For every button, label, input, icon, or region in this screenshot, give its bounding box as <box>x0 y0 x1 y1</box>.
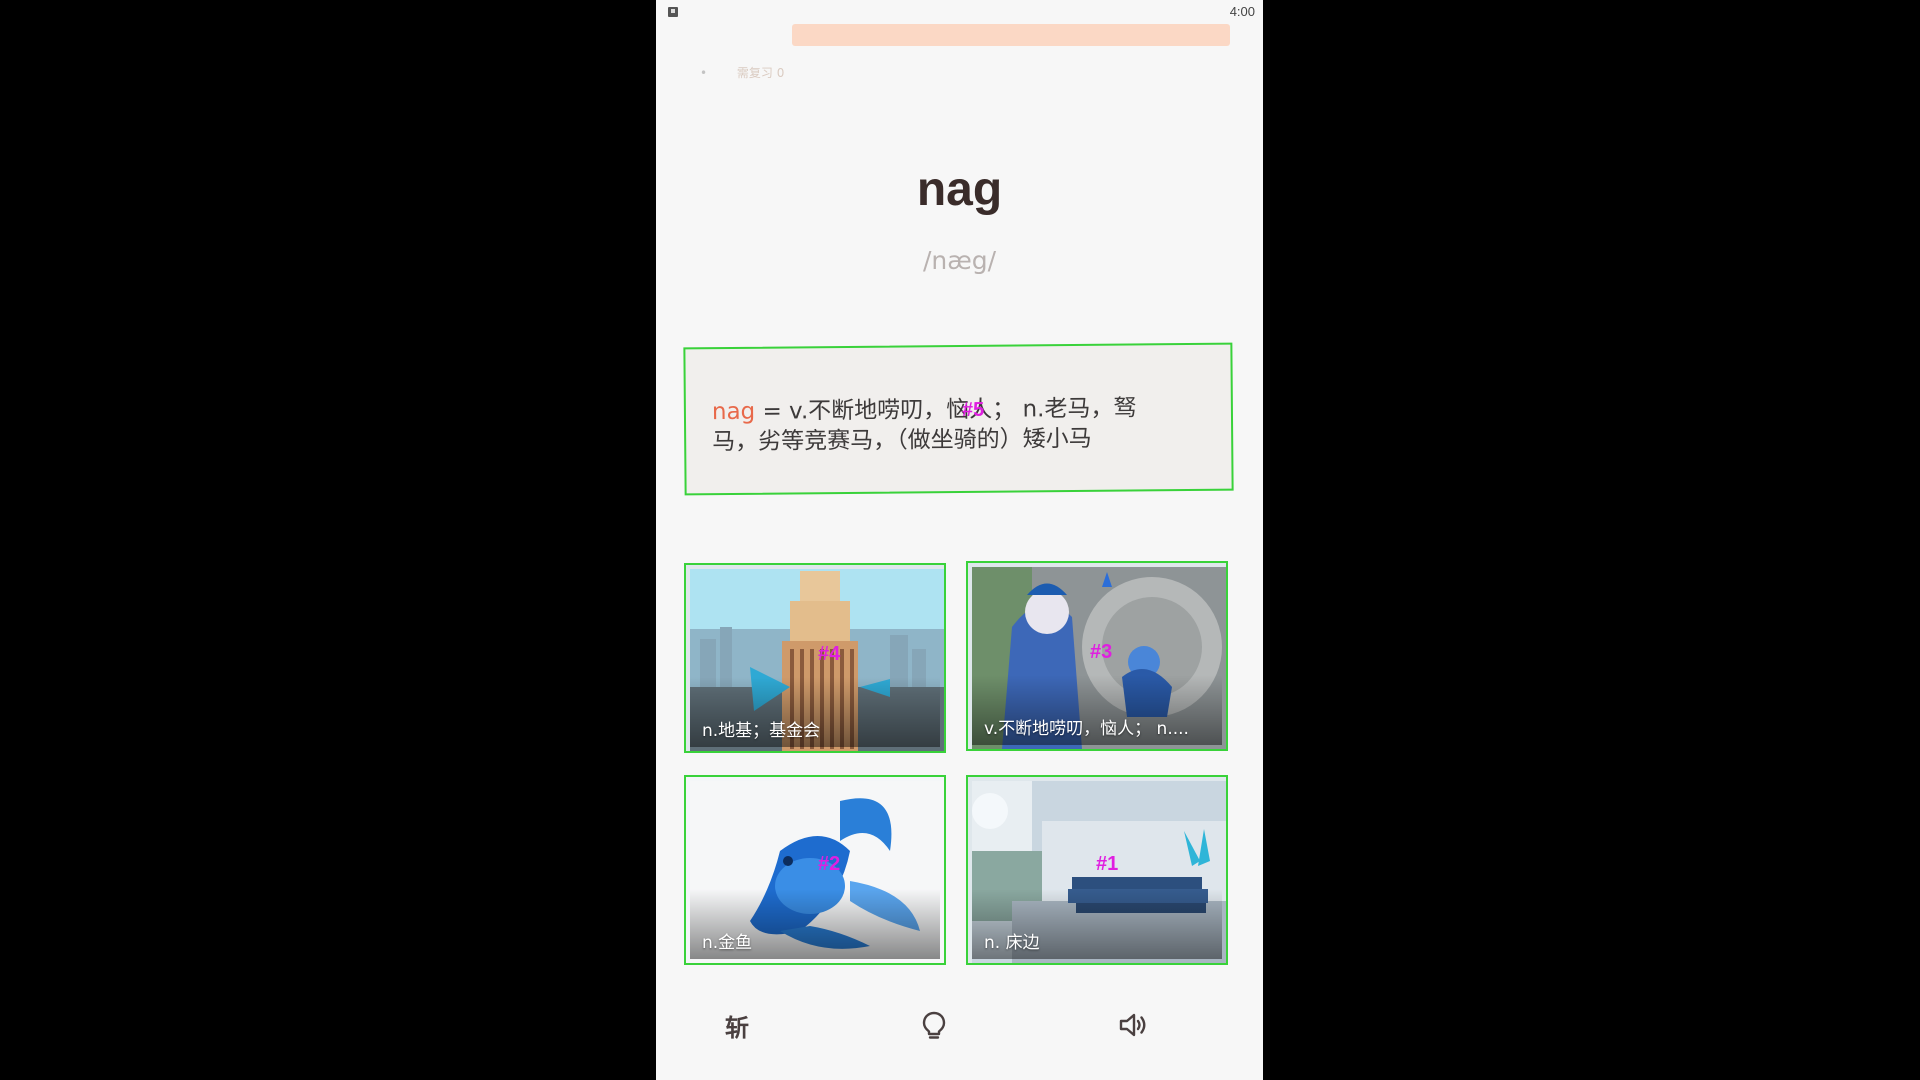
option-caption: v.不断地唠叨，恼人； n.... <box>984 719 1189 739</box>
status-bar: 4:00 <box>656 0 1263 24</box>
lightbulb-icon <box>922 1011 946 1039</box>
bottom-toolbar: 斩 <box>656 1000 1263 1050</box>
chop-button[interactable]: 斩 <box>712 1000 762 1050</box>
audio-button[interactable] <box>1109 1000 1159 1050</box>
definition-text: nag = v.不断地唠叨，恼人； n.老马，驽马，劣等竞赛马，（做坐骑的）矮小… <box>712 393 1183 457</box>
definition-marker: #5 <box>961 398 985 421</box>
progress-banner <box>792 24 1230 46</box>
option-marker: #2 <box>818 853 841 875</box>
definition-body: = v.不断地唠叨，恼人； n.老马，驽马，劣等竞赛马，（做坐骑的）矮小马 <box>712 395 1137 456</box>
definition-card[interactable]: nag = v.不断地唠叨，恼人； n.老马，驽马，劣等竞赛马，（做坐骑的）矮小… <box>683 342 1234 496</box>
status-time: 4:00 <box>1229 4 1255 19</box>
review-count-text: 需复习 0 <box>736 66 785 80</box>
option-caption: n.地基；基金会 <box>702 721 821 741</box>
headword: nag <box>916 163 1003 216</box>
definition-word: nag <box>711 398 756 426</box>
option-card-bedside[interactable]: n. 床边 #1 <box>966 775 1228 965</box>
option-marker: #3 <box>1090 641 1113 663</box>
review-count-strip: • 需复习 0 <box>700 64 784 81</box>
phone-screen: 4:00 • 需复习 0 nag /næg/ nag = v.不断地唠叨，恼人；… <box>656 0 1263 1080</box>
hint-button[interactable] <box>909 1000 959 1050</box>
option-marker: #1 <box>1096 853 1119 875</box>
strip-dot: • <box>700 66 708 80</box>
option-marker: #4 <box>818 643 841 665</box>
option-card-nag[interactable]: v.不断地唠叨，恼人； n.... #3 <box>966 561 1228 751</box>
option-caption: n. 床边 <box>984 933 1040 953</box>
notification-app-icon <box>668 7 678 17</box>
option-card-foundation[interactable]: n.地基；基金会 #4 <box>684 563 946 753</box>
speaker-icon <box>1119 1013 1146 1037</box>
chop-label: 斩 <box>725 1013 749 1042</box>
option-caption: n.金鱼 <box>702 933 753 953</box>
phonetic[interactable]: /næg/ <box>656 246 1263 275</box>
option-card-goldfish[interactable]: n.金鱼 #2 <box>684 775 946 965</box>
